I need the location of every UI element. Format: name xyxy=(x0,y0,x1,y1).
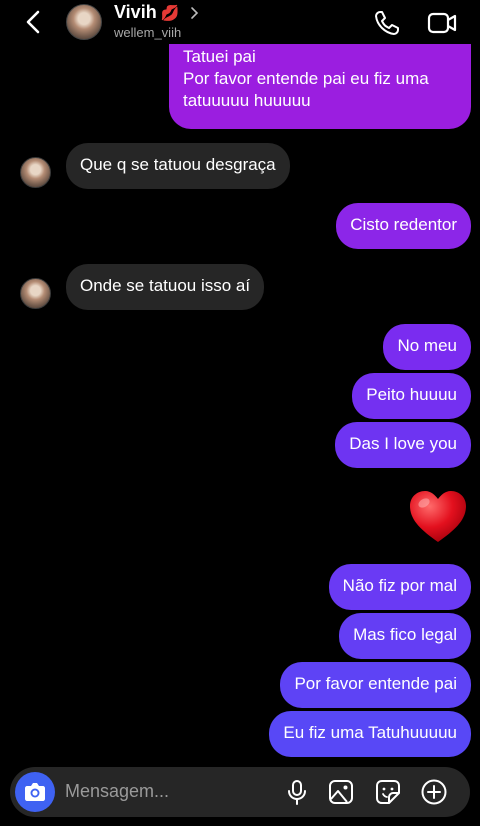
microphone-icon[interactable] xyxy=(283,778,311,806)
video-icon[interactable] xyxy=(426,8,458,38)
message-text: Onde se tatuou isso aí xyxy=(80,276,251,295)
phone-icon[interactable] xyxy=(372,8,402,38)
message-text: Eu fiz uma Tatuhuuuuu xyxy=(283,723,457,742)
sender-avatar[interactable] xyxy=(20,157,51,188)
contact-name[interactable]: Vivih 💋 xyxy=(114,2,201,23)
plus-icon[interactable] xyxy=(420,778,448,806)
message-text: Por favor entende pai xyxy=(294,674,457,693)
contact-username: wellem_viih xyxy=(114,25,182,40)
sticker-icon[interactable] xyxy=(374,778,402,806)
message-text: Mas fico legal xyxy=(353,625,457,644)
chevron-right-icon xyxy=(191,6,199,19)
message-bubble-sent[interactable]: Mas fico legal xyxy=(339,613,471,659)
heart-emoji[interactable] xyxy=(407,486,469,548)
sender-avatar[interactable] xyxy=(20,278,51,309)
message-bubble-sent[interactable]: Cisto redentor xyxy=(336,203,471,249)
message-bubble-sent[interactable]: Não fiz por mal xyxy=(328,564,471,610)
camera-button[interactable] xyxy=(15,772,55,812)
message-text: Que q se tatuou desgraça xyxy=(80,155,276,174)
message-bubble-sent[interactable]: No meu xyxy=(383,324,471,370)
message-text: Cisto redentor xyxy=(350,215,457,234)
message-text: tatuuuuu huuuuu xyxy=(183,91,311,110)
message-text: Tatuei pai xyxy=(183,47,256,66)
back-chevron-icon[interactable] xyxy=(20,8,48,36)
message-bubble-received[interactable]: Que q se tatuou desgraça xyxy=(66,143,290,189)
message-bubble-received[interactable]: Onde se tatuou isso aí xyxy=(66,264,265,310)
message-bubble-sent[interactable]: Tatuei pai Por favor entende pai eu fiz … xyxy=(169,32,471,129)
camera-icon xyxy=(25,783,45,801)
message-bubble-sent[interactable]: Por favor entende pai xyxy=(280,662,471,708)
message-text: Por favor entende pai eu fiz uma xyxy=(183,69,429,88)
message-bubble-sent[interactable]: Peito huuuu xyxy=(352,373,471,419)
message-bubble-sent[interactable]: Das I love you xyxy=(335,422,471,468)
gallery-icon[interactable] xyxy=(327,778,355,806)
chat-header: Vivih 💋 wellem_viih xyxy=(0,0,480,44)
message-text: Das I love you xyxy=(349,434,457,453)
message-text: Peito huuuu xyxy=(366,385,457,404)
contact-name-text: Vivih xyxy=(114,2,157,22)
message-text: No meu xyxy=(397,336,457,355)
message-composer: Mensagem... xyxy=(10,767,470,817)
lips-emoji: 💋 xyxy=(160,4,180,22)
message-bubble-sent[interactable]: Eu fiz uma Tatuhuuuuu xyxy=(269,711,471,757)
avatar[interactable] xyxy=(66,4,102,40)
message-text: Não fiz por mal xyxy=(342,576,457,595)
message-input[interactable]: Mensagem... xyxy=(65,781,169,802)
